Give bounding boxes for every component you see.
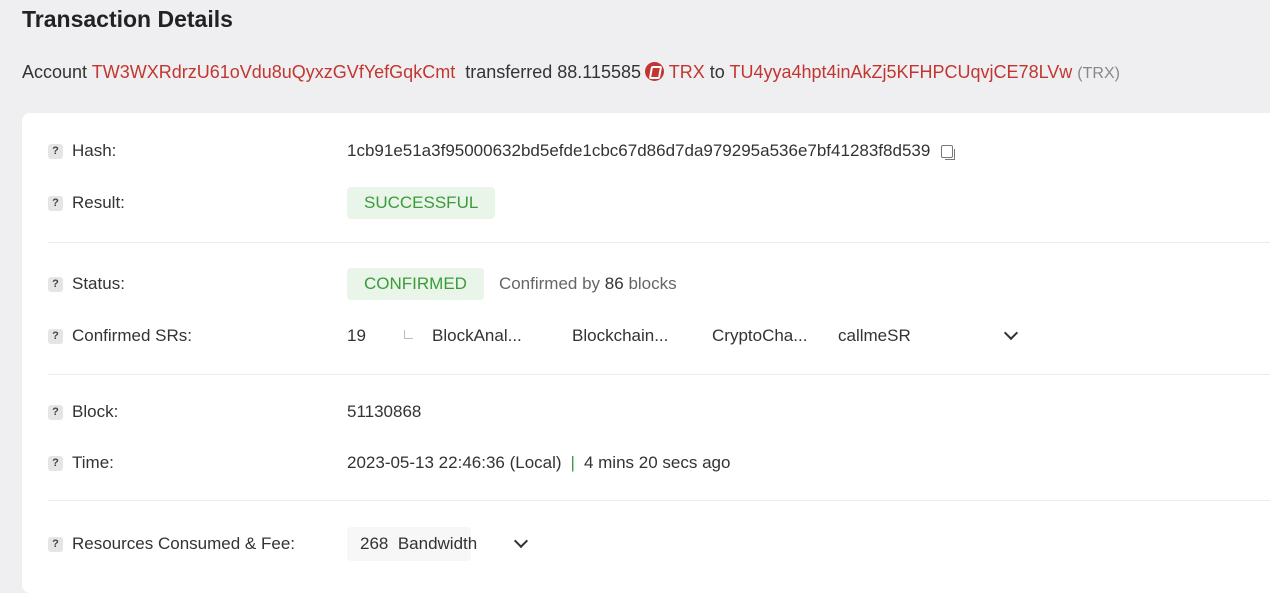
sr-item[interactable]: BlockAnal... [432,326,572,346]
transferred-label: transferred [465,62,553,82]
time-value-row: 2023-05-13 22:46:36 (Local) | 4 mins 20 … [347,448,730,478]
divider [48,374,1270,375]
resources-row-label: ? Resources Consumed & Fee: [48,529,295,559]
help-icon[interactable]: ? [48,328,63,344]
time-label: Time: [72,453,114,472]
transaction-details-card: ? Hash: 1cb91e51a3f95000632bd5efde1cbc67… [22,113,1270,593]
divider [48,500,1270,501]
hash-value: 1cb91e51a3f95000632bd5efde1cbc67d86d7da9… [347,141,931,160]
hash-label: Hash: [72,141,117,160]
confirmed-by-suffix: blocks [628,274,677,293]
hash-row-label: ? Hash: [48,136,116,166]
to-label: to [709,62,725,82]
confirmed-srs-label: Confirmed SRs: [72,326,192,345]
confirmed-by-prefix: Confirmed by [498,274,601,293]
time-row-label: ? Time: [48,448,114,478]
time-ago: 4 mins 20 secs ago [583,453,731,472]
page-title: Transaction Details [22,6,233,32]
hash-value-row: 1cb91e51a3f95000632bd5efde1cbc67d86d7da9… [347,136,956,166]
confirmed-srs-value-row: 19 BlockAnal... Blockchain... CryptoCha.… [347,321,1019,351]
copy-icon[interactable] [941,144,956,160]
confirmed-blocks-count: 86 [604,274,624,293]
block-link[interactable]: 51130868 [347,402,421,422]
status-value-row: CONFIRMED Confirmed by 86 blocks [347,268,677,300]
help-icon[interactable]: ? [48,143,63,159]
token-link[interactable]: TRX [669,62,705,82]
chevron-down-icon[interactable] [1003,325,1019,341]
help-icon[interactable]: ? [48,455,63,471]
to-address-link[interactable]: TU4yya4hpt4inAkZj5KFHPCUqvjCE78LVw [729,62,1072,82]
status-row-label: ? Status: [48,269,125,299]
help-icon[interactable]: ? [48,276,63,292]
help-icon[interactable]: ? [48,536,63,552]
resources-summary: 268 Bandwidth [347,527,477,561]
help-icon[interactable]: ? [48,404,63,420]
result-value-row: SUCCESSFUL [347,187,496,219]
tree-corner-icon [404,329,413,339]
resources-value-row: 268 Bandwidth [347,527,529,561]
amount-value: 88.115585 [557,62,642,82]
trx-token-icon [645,62,665,81]
sr-count: 19 [347,326,366,345]
time-separator: | [570,453,575,472]
block-value-row: 51130868 [347,397,421,427]
bandwidth-amount: 268 [360,534,389,553]
block-label: Block: [72,402,119,421]
confirmed-srs-row-label: ? Confirmed SRs: [48,321,192,351]
result-row-label: ? Result: [48,188,125,218]
to-token-tag: (TRX) [1077,65,1120,82]
status-label: Status: [72,274,125,293]
from-address-link[interactable]: TW3WXRdrzU61oVdu8uQyxzGVfYefGqkCmt [92,62,455,82]
bandwidth-unit: Bandwidth [397,534,478,553]
result-badge: SUCCESSFUL [347,187,496,219]
account-label: Account [22,62,88,82]
block-row-label: ? Block: [48,397,118,427]
transfer-summary: Account TW3WXRdrzU61oVdu8uQyxzGVfYefGqkC… [22,62,1120,83]
help-icon[interactable]: ? [48,195,63,211]
sr-item[interactable]: callmeSR [838,326,1006,346]
sr-item[interactable]: CryptoCha... [712,326,838,346]
divider [48,242,1270,243]
status-badge: CONFIRMED [347,268,484,300]
confirmed-by-text: Confirmed by 86 blocks [499,274,677,294]
time-value: 2023-05-13 22:46:36 (Local) [347,453,562,472]
chevron-down-icon[interactable] [513,533,529,549]
sr-item[interactable]: Blockchain... [572,326,712,346]
resources-label: Resources Consumed & Fee: [72,534,295,553]
result-label: Result: [72,193,125,212]
